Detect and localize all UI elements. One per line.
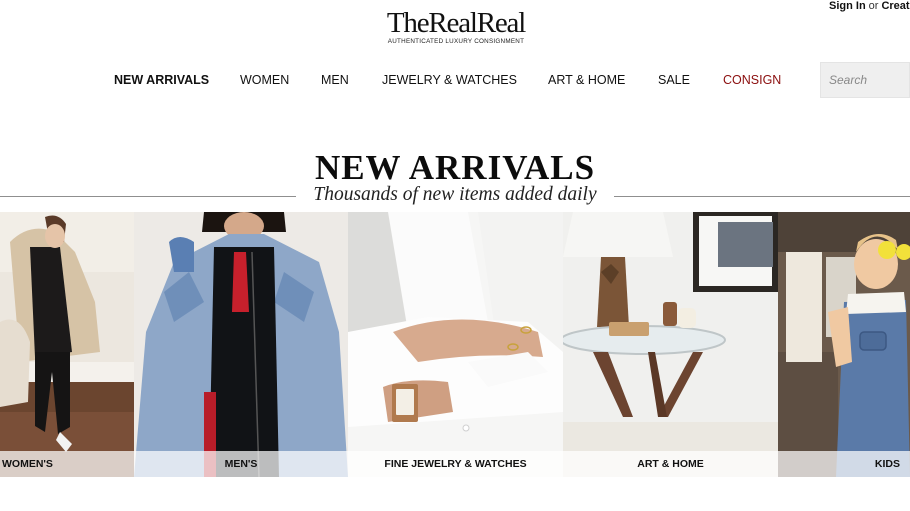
- mens-photo: [134, 212, 348, 477]
- nav-sale[interactable]: SALE: [658, 72, 690, 88]
- nav-new-arrivals[interactable]: NEW ARRIVALS: [114, 72, 209, 88]
- tile-mens[interactable]: MEN'S: [134, 212, 348, 477]
- or-text: or: [868, 0, 879, 12]
- create-account-link[interactable]: Create Account: [881, 0, 910, 12]
- logo-tagline: AUTHENTICATED LUXURY CONSIGNMENT: [387, 38, 525, 45]
- kids-photo: [778, 212, 910, 477]
- nav-consign[interactable]: CONSIGN: [723, 72, 781, 88]
- tile-label-art-home: ART & HOME: [563, 451, 778, 477]
- nav-jewelry-watches[interactable]: JEWELRY & WATCHES: [382, 72, 517, 88]
- tile-label-kids: KIDS: [778, 451, 910, 477]
- search-input[interactable]: [820, 62, 910, 98]
- hero-subtitle: Thousands of new items added daily: [313, 184, 597, 205]
- nav-men[interactable]: MEN: [321, 72, 349, 88]
- tile-label-jewelry: FINE JEWELRY & WATCHES: [348, 451, 563, 477]
- nav-women[interactable]: WOMEN: [240, 72, 289, 88]
- tile-label-womens: WOMEN'S: [0, 451, 134, 477]
- tile-jewelry-watches[interactable]: FINE JEWELRY & WATCHES: [348, 212, 563, 477]
- art-home-photo: [563, 212, 778, 477]
- tile-kids[interactable]: KIDS: [778, 212, 910, 477]
- tile-womens[interactable]: WOMEN'S: [0, 212, 134, 477]
- jewelry-photo: [348, 212, 563, 477]
- nav-art-home[interactable]: ART & HOME: [548, 72, 625, 88]
- divider-right: [614, 196, 910, 197]
- womens-photo: [0, 212, 134, 477]
- tile-label-mens: MEN'S: [134, 451, 348, 477]
- site-logo[interactable]: TheRealReal AUTHENTICATED LUXURY CONSIGN…: [374, 8, 538, 45]
- main-nav: NEW ARRIVALS WOMEN MEN JEWELRY & WATCHES…: [0, 72, 800, 90]
- account-links: Sign InorCreate Account: [829, 0, 910, 14]
- divider-left: [0, 196, 296, 197]
- category-tiles: WOMEN'S MEN'S FINE JEWELRY & WATCHES ART…: [0, 212, 910, 477]
- hero-title: NEW ARRIVALS: [314, 148, 596, 187]
- tile-art-home[interactable]: ART & HOME: [563, 212, 778, 477]
- logo-wordmark[interactable]: TheRealReal: [374, 8, 538, 38]
- sign-in-link[interactable]: Sign In: [829, 0, 866, 12]
